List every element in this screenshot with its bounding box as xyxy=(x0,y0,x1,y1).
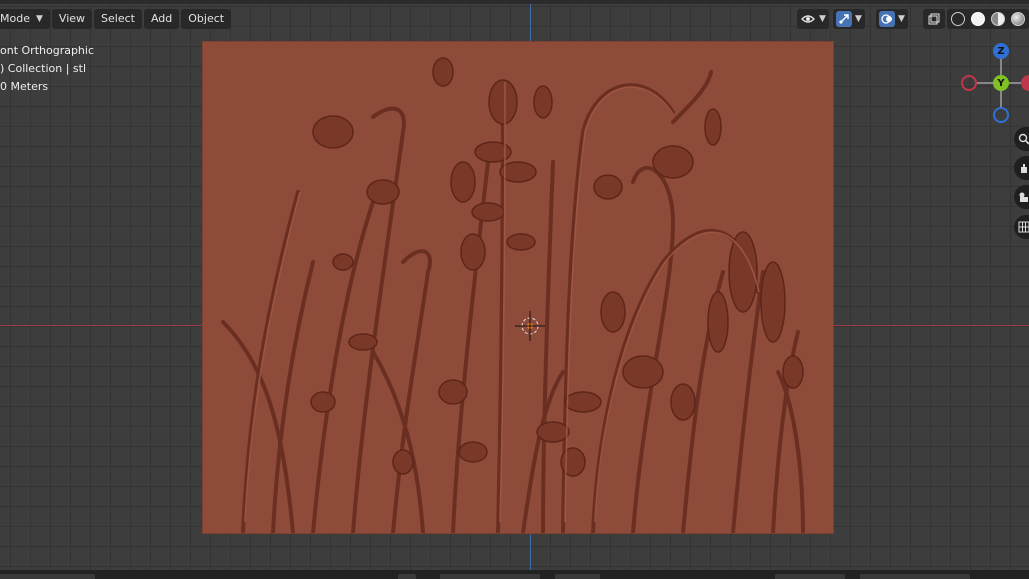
gizmo-z-dot[interactable]: Z xyxy=(993,43,1009,59)
rendered-shading-icon[interactable] xyxy=(1010,11,1026,27)
chevron-down-icon[interactable]: ▼ xyxy=(898,14,905,24)
object-menu[interactable]: Object xyxy=(181,9,232,29)
playback-controls-chip[interactable] xyxy=(440,574,540,579)
solid-shading-icon[interactable] xyxy=(970,11,986,27)
3d-viewport[interactable] xyxy=(0,0,1029,570)
botanical-relief xyxy=(221,57,805,535)
shading-group xyxy=(947,9,1029,29)
material-shading-icon[interactable] xyxy=(990,11,1006,27)
eye-icon[interactable] xyxy=(800,11,816,27)
chevron-down-icon[interactable]: ▼ xyxy=(819,14,826,24)
scale-text: 0 Meters xyxy=(0,80,49,93)
visibility-group: ▼ xyxy=(797,9,829,29)
overlay-group: ▼ xyxy=(876,9,908,29)
view-name-text: ont Orthographic xyxy=(0,44,95,57)
chevron-down-icon: ▼ xyxy=(35,14,43,24)
top-toolbar-edge xyxy=(0,0,1029,4)
xray-icon[interactable] xyxy=(926,11,942,27)
collection-text: ) Collection | stl xyxy=(0,62,86,75)
mode-label: Mode xyxy=(0,12,30,25)
timeline-editor-chip[interactable] xyxy=(0,574,95,579)
gizmo-group: ▼ xyxy=(833,9,865,29)
xray-group xyxy=(923,9,945,29)
viewport-info-overlay: ont Orthographic ) Collection | stl 0 Me… xyxy=(0,42,94,96)
start-frame-chip[interactable] xyxy=(775,574,845,579)
wireframe-shading-icon[interactable] xyxy=(950,11,966,27)
view-menu[interactable]: View xyxy=(51,9,93,29)
chevron-down-icon[interactable]: ▼ xyxy=(855,14,862,24)
add-menu[interactable]: Add xyxy=(143,9,180,29)
overlay-icon[interactable] xyxy=(879,11,895,27)
viewport-header: Mode ▼ View Select Add Object xyxy=(0,9,232,29)
gizmo-toggle-icon[interactable] xyxy=(836,11,852,27)
object-origin-marker xyxy=(515,311,545,341)
end-frame-chip[interactable] xyxy=(860,574,970,579)
playback-chip[interactable] xyxy=(398,574,416,579)
gizmo-y-dot[interactable]: Y xyxy=(993,75,1009,91)
mode-dropdown[interactable]: Mode ▼ xyxy=(0,9,50,29)
gizmo-neg-z-dot[interactable] xyxy=(993,107,1009,123)
select-menu[interactable]: Select xyxy=(94,9,142,29)
stl-relief-object[interactable] xyxy=(203,42,833,535)
gizmo-neg-x-dot[interactable] xyxy=(961,75,977,91)
frame-chip[interactable] xyxy=(555,574,600,579)
